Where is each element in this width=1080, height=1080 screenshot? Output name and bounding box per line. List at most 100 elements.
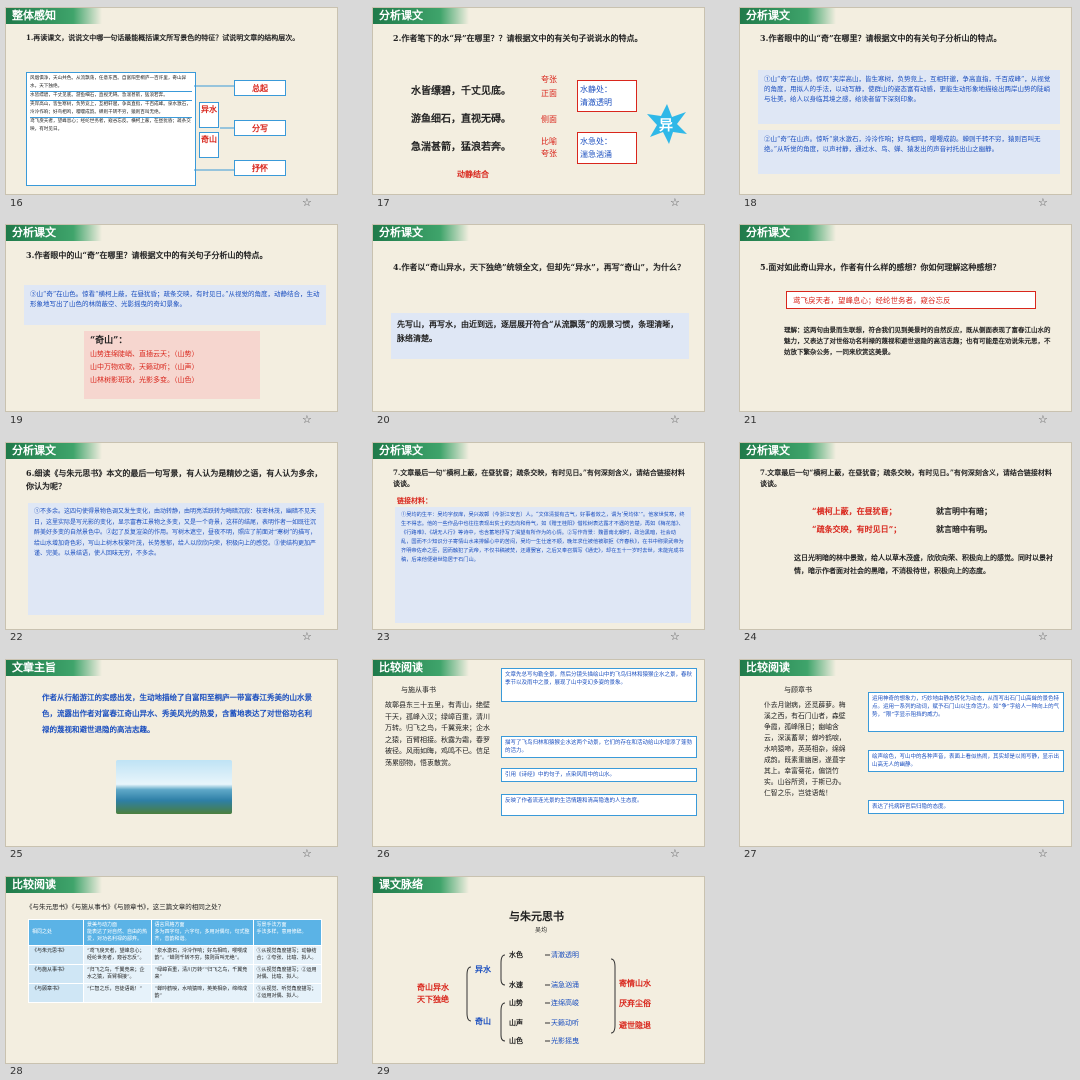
favorite-star-icon[interactable]: ☆ <box>302 413 312 426</box>
slide-header: 分析课文 <box>740 8 836 24</box>
slide-question: 4.作者以“奇山异水，天下独绝”统领全文，但却先“异水”，再写“奇山”，为什么？ <box>393 262 685 272</box>
slide-number: 26 <box>377 849 390 860</box>
slide-20[interactable]: 分析课文 4.作者以“奇山异水，天下独绝”统领全文，但却先“异水”，再写“奇山”… <box>373 225 704 411</box>
slide-number: 29 <box>377 1066 390 1077</box>
table-cell: ①从视觉、听觉角度描写；②运用对偶、拟人。 <box>252 983 323 1003</box>
favorite-star-icon[interactable]: ☆ <box>1038 630 1048 643</box>
quote-meaning: 就言暗中有明。 <box>936 524 992 534</box>
summary-box: “奇山”： 山势连绵陡峭、直插云天；（山势） 山中万物欢歌，天籁动听；（山声） … <box>84 331 260 399</box>
slide-header: 分析课文 <box>373 225 469 241</box>
table-row: 《与朱元思书》 “鸢飞戾天者，望峰息心；经纶世务者，窥谷忘反”。 “泉水激石，泠… <box>28 945 323 965</box>
landscape-image <box>116 760 232 814</box>
favorite-star-icon[interactable]: ☆ <box>302 630 312 643</box>
slide-number: 17 <box>377 198 390 209</box>
favorite-star-icon[interactable]: ☆ <box>670 413 680 426</box>
box-line: 湍急汹涌 <box>580 150 612 159</box>
slide-number: 21 <box>744 415 757 426</box>
slide-number: 18 <box>744 198 757 209</box>
summary-title: “奇山”： <box>90 336 128 346</box>
essay-title: 与顾章书 <box>784 686 812 694</box>
summary-line: 山势连绵陡峭、直插云天；（山势） <box>90 350 199 358</box>
slide-number: 20 <box>377 415 390 426</box>
connector-arrows <box>194 85 234 171</box>
slide-21[interactable]: 分析课文 5.面对如此奇山异水，作者有什么样的感想？你如何理解这种感想？ 鸢飞戾… <box>740 225 1071 411</box>
slide-question: 6.细读《与朱元思书》本文的最后一句写景，有人认为是精妙之语，有人认为多余，你认… <box>26 468 323 491</box>
favorite-star-icon[interactable]: ☆ <box>302 196 312 209</box>
table-cell: ①从视觉角度描写；②运用对偶、比喻、拟人。 <box>252 964 323 984</box>
slide-number: 23 <box>377 632 390 643</box>
slide-header: 比较阅读 <box>740 660 836 676</box>
summary-line: 山林树影斑驳，光影多变。（山色） <box>90 376 199 384</box>
slide-26[interactable]: 比较阅读 与施从事书 故鄣县东三十五里，有青山，绝壁干天，孤峰入汉；绿嶂百重，清… <box>373 660 704 846</box>
table-head: 景美与动力面 能表达了对自然、自由的热爱，对功名利禄的鄙弃。 <box>83 919 152 946</box>
label-biyu: 比喻 <box>541 137 557 146</box>
bottom-note: 动静结合 <box>457 169 489 179</box>
slide-25[interactable]: 文章主旨 作者从行船游江的实感出发，生动地描绘了自富阳至桐庐一带富春江秀美的山水… <box>6 660 337 846</box>
slide-header: 整体感知 <box>6 8 102 24</box>
slide-number: 24 <box>744 632 757 643</box>
static-water-box: 水静处： 清澈透明 <box>577 80 637 112</box>
table-cell: “泉水激石，泠泠作响；好鸟相鸣，嘤嘤成韵”。“蝉则千转不穷，猿则百叫无绝”。 <box>150 945 254 965</box>
favorite-star-icon[interactable]: ☆ <box>670 196 680 209</box>
label-zongqi: 总起 <box>234 80 286 96</box>
slide-header: 比较阅读 <box>373 660 469 676</box>
structure-line: 水皆缥碧，千丈见底。游鱼细石，直视无碍。急湍甚箭，猛浪若奔。 <box>30 92 192 101</box>
quote-meaning: 就言明中有暗； <box>936 506 992 516</box>
table-head-label: 语言风格方面 <box>154 922 185 928</box>
essay-body: 仆去月谢病，还觅薜萝。梅溪之西，有石门山者，森壁争霞，孤峰限日；幽岫含云，深溪蓄… <box>764 701 846 797</box>
analysis-box: ①山“奇”在山势。惊叹“夹岸高山，皆生寒树，负势竞上，互相轩邈，争高直指，千百成… <box>758 70 1060 124</box>
label-shuhuai: 抒怀 <box>234 160 286 176</box>
table-row: 《与顾章书》 “仁智之乐，岂徒语哉！” “蝉吟鹤唳，水响猿啼，英英相杂，绵绵成韵… <box>28 983 323 1003</box>
table-cell: ①从视觉角度描写；动静结合；②夸张、比喻、拟人。 <box>252 945 323 965</box>
slide-question: 3.作者眼中的山“奇”在哪里？请根据文中的有关句子分析山的特点。 <box>26 250 268 260</box>
slide-18[interactable]: 分析课文 3.作者眼中的山“奇”在哪里？请根据文中的有关句子分析山的特点。 ①山… <box>740 8 1071 194</box>
table-head-note: 能表达了对自然、自由的热爱，对功名利禄的鄙弃。 <box>87 929 148 942</box>
structure-line: 鸢飞戾天者，望峰息心；经纶世务者，窥谷忘反。横柯上蔽，在昼犹昏；疏条交映，有时见… <box>30 119 191 132</box>
slide-27[interactable]: 比较阅读 与顾章书 仆去月谢病，还觅薜萝。梅溪之西，有石门山者，森壁争霞，孤峰限… <box>740 660 1071 846</box>
slide-question: 2.作者笔下的水“异”在哪里？？请根据文中的有关句子说说水的特点。 <box>393 33 643 43</box>
slide-number: 25 <box>10 849 23 860</box>
favorite-star-icon[interactable]: ☆ <box>1038 847 1048 860</box>
answer-box: ①不多余。这四句使得景物色调又发生变化，由动转静，由明亮活跃转为晦暗沉寂：枝密林… <box>28 503 324 615</box>
slide-question: 3.作者眼中的山“奇”在哪里？请根据文中的有关句子分析山的特点。 <box>760 33 1002 43</box>
table-head: 语言风格方面 多为四字句，六字句，多用对偶句，句式整齐，音韵和谐。 <box>150 919 254 946</box>
link-material: ①吴均的生平：吴均字叔庠，吴兴故鄣（今浙江安吉）人。“文体清拔有古气，好事者效之… <box>395 507 691 623</box>
text-line: 水皆缥碧，千丈见底。 <box>411 86 511 97</box>
slide-19[interactable]: 分析课文 3.作者眼中的山“奇”在哪里？请根据文中的有关句子分析山的特点。 ③山… <box>6 225 337 411</box>
note-box: 表达了托病辞官后归隐的态度。 <box>868 800 1064 814</box>
slide-number: 16 <box>10 198 23 209</box>
slide-number: 19 <box>10 415 23 426</box>
text-line: 游鱼细石，直视无碍。 <box>411 114 511 125</box>
slide-number: 22 <box>10 632 23 643</box>
box-line: 水静处： <box>580 85 612 94</box>
slide-17[interactable]: 分析课文 2.作者笔下的水“异”在哪里？？请根据文中的有关句子说说水的特点。 水… <box>373 8 704 194</box>
analysis-box: ②山“奇”在山声。惊听“泉水激石，泠泠作响；好鸟相鸣，嘤嘤成韵。蝉则千转不穷，猿… <box>758 130 1060 174</box>
slide-29[interactable]: 课文脉络 与朱元思书 吴均 奇山异水 天下独绝 异水 奇山 水色 清澈透明 水速… <box>373 877 704 1063</box>
slide-question: 7.文章最后一句“横柯上蔽，在昼犹昏；疏条交映，有时见日。”有何深刻含义，请结合… <box>760 468 1052 488</box>
table-cell: “归飞之鸟，千翼竞来；企水之猿，百臂相接”。 <box>83 964 152 984</box>
favorite-star-icon[interactable]: ☆ <box>1038 413 1048 426</box>
slide-28[interactable]: 比较阅读 《与朱元思书》《与施从事书》《与顾章书》，这三篇文章的相同之处？ 相同… <box>6 877 337 1063</box>
slide-header: 比较阅读 <box>6 877 102 893</box>
favorite-star-icon[interactable]: ☆ <box>670 630 680 643</box>
favorite-star-icon[interactable]: ☆ <box>1038 196 1048 209</box>
slide-header: 分析课文 <box>6 225 102 241</box>
table-cell: 《与朱元思书》 <box>28 945 84 965</box>
note-box: 反映了作者流连光景的生活情趣和清高隐逸的人生态度。 <box>501 794 697 816</box>
note-box: 文章先总写勾勒全景，然后分镜头描绘山中的飞鸟归林和猿猴企水之景，春秋季节以及雨中… <box>501 668 697 702</box>
table-head-note: 多为四字句，六字句，多用对偶句，句式整齐，音韵和谐。 <box>154 929 250 942</box>
table-cell: “绿嶂百重，清川万转”“归飞之鸟，千翼竞来” <box>150 964 254 984</box>
favorite-star-icon[interactable]: ☆ <box>670 847 680 860</box>
label-cemian: 侧面 <box>541 115 557 124</box>
quote-line: “横柯上蔽，在昼犹昏； <box>812 506 897 516</box>
slide-header: 分析课文 <box>373 443 469 459</box>
slide-question: 5.面对如此奇山异水，作者有什么样的感想？你如何理解这种感想？ <box>760 262 1001 272</box>
slide-24[interactable]: 分析课文 7.文章最后一句“横柯上蔽，在昼犹昏；疏条交映，有时见日。”有何深刻含… <box>740 443 1071 629</box>
slide-16[interactable]: 整体感知 1.再读课文，说说文中哪一句话最能概括课文所写景色的特征？试说明文章的… <box>6 8 337 194</box>
slide-23[interactable]: 分析课文 7.文章最后一句“横柯上蔽，在昼犹昏；疏条交映，有时见日。”有何深刻含… <box>373 443 704 629</box>
favorite-star-icon[interactable]: ☆ <box>302 847 312 860</box>
slide-22[interactable]: 分析课文 6.细读《与朱元思书》本文的最后一句写景，有人认为是精妙之语，有人认为… <box>6 443 337 629</box>
slide-header: 分析课文 <box>740 443 836 459</box>
slide-header: 分析课文 <box>740 225 836 241</box>
quote-line: “疏条交映，有时见日”； <box>812 524 902 534</box>
